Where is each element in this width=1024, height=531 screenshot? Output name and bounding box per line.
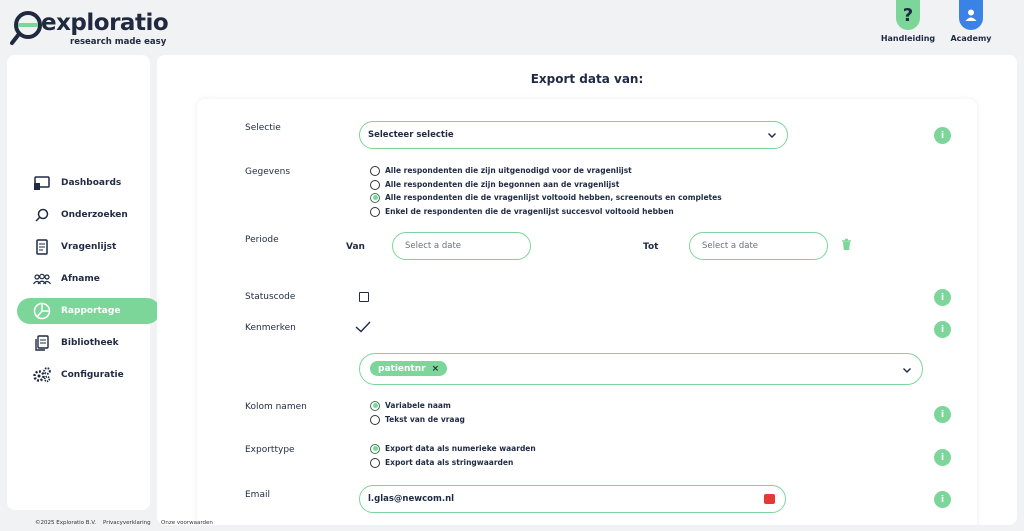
kolom-namen-label: Kolom namen xyxy=(245,402,307,412)
date-to-input[interactable] xyxy=(702,241,812,251)
user-icon xyxy=(959,0,983,30)
exporttype-label: Exporttype xyxy=(245,445,295,455)
gears-icon xyxy=(33,366,51,384)
sidebar-item-bibliotheek[interactable]: Bibliotheek xyxy=(17,330,160,356)
exporttype-option[interactable]: Export data als numerieke waarden xyxy=(370,442,536,455)
sidebar-item-configuratie[interactable]: Configuratie xyxy=(17,362,160,388)
date-from-field[interactable] xyxy=(392,232,531,260)
trash-icon[interactable] xyxy=(841,238,852,251)
pie-chart-icon xyxy=(33,302,51,320)
selectie-label: Selectie xyxy=(245,123,281,133)
help-label: Handleiding xyxy=(880,34,936,43)
help-button[interactable]: ? Handleiding xyxy=(878,0,938,43)
gegevens-option[interactable]: Alle respondenten die zijn uitgenodigd v… xyxy=(370,164,632,177)
checkmark-icon[interactable] xyxy=(355,321,371,333)
kolom-namen-option[interactable]: Tekst van de vraag xyxy=(370,413,465,426)
sidebar-item-dashboards[interactable]: Dashboards xyxy=(17,170,160,196)
gegevens-option[interactable]: Enkel de respondenten die de vragenlijst… xyxy=(370,205,674,218)
gegevens-option-label: Enkel de respondenten die de vragenlijst… xyxy=(385,207,674,216)
sidebar-item-label: Bibliotheek xyxy=(61,338,119,348)
statuscode-info-icon[interactable]: i xyxy=(934,289,951,306)
search-icon xyxy=(33,206,51,224)
academy-button[interactable]: Academy xyxy=(941,0,1001,43)
radio-button[interactable] xyxy=(370,414,380,425)
chevron-down-icon xyxy=(903,368,911,373)
radio-button[interactable] xyxy=(370,179,380,190)
main-panel: Export data van: Selectie Selecteer sele… xyxy=(157,55,1017,525)
chevron-down-icon xyxy=(768,133,776,138)
kenmerk-chip: patientnr × xyxy=(370,361,448,376)
sidebar-item-afname[interactable]: Afname xyxy=(17,266,160,292)
kolom-namen-option-label: Tekst van de vraag xyxy=(385,415,465,424)
sidebar-item-label: Onderzoeken xyxy=(61,210,128,220)
kolom-namen-option-label: Variabele naam xyxy=(385,401,451,410)
selectie-value: Selecteer selectie xyxy=(368,130,454,140)
document-icon xyxy=(33,238,51,256)
sidebar-item-label: Configuratie xyxy=(61,370,124,380)
exporttype-option-label: Export data als stringwaarden xyxy=(385,458,514,467)
gegevens-label: Gegevens xyxy=(245,167,291,177)
sidebar-item-rapportage[interactable]: Rapportage xyxy=(17,298,160,324)
radio-button[interactable] xyxy=(370,206,380,217)
sidebar-item-vragenlijst[interactable]: Vragenlijst xyxy=(17,234,160,260)
sidebar-item-onderzoeken[interactable]: Onderzoeken xyxy=(17,202,160,228)
kenmerken-info-icon[interactable]: i xyxy=(934,321,951,338)
kolom-namen-info-icon[interactable]: i xyxy=(934,406,951,423)
radio-button[interactable] xyxy=(370,457,380,468)
gegevens-option-label: Alle respondenten die zijn begonnen aan … xyxy=(385,180,620,189)
page-title: Export data van: xyxy=(530,72,644,86)
gegevens-option-label: Alle respondenten die de vragenlijst vol… xyxy=(385,193,722,202)
footer-terms-link[interactable]: Onze voorwaarden xyxy=(161,520,213,526)
chip-remove-icon[interactable]: × xyxy=(432,364,440,374)
gegevens-option-label: Alle respondenten die zijn uitgenodigd v… xyxy=(385,166,632,175)
exporttype-info-icon[interactable]: i xyxy=(934,449,951,466)
date-to-field[interactable] xyxy=(689,232,828,260)
email-info-icon[interactable]: i xyxy=(934,491,951,508)
kenmerk-chip-label: patientnr xyxy=(378,363,426,374)
radio-button-selected[interactable] xyxy=(370,443,380,454)
email-label: Email xyxy=(245,490,270,500)
gegevens-option[interactable]: Alle respondenten die zijn begonnen aan … xyxy=(370,178,619,191)
brand-name: exploratio xyxy=(41,10,169,36)
sidebar-item-label: Dashboards xyxy=(61,178,122,188)
kenmerken-multiselect[interactable]: patientnr × xyxy=(359,353,923,385)
sidebar-item-label: Afname xyxy=(61,274,100,284)
export-form: Selectie Selecteer selectie i Gegevens A… xyxy=(197,99,977,525)
people-icon xyxy=(33,270,51,288)
radio-button-selected[interactable] xyxy=(370,192,380,203)
sidebar: Dashboards Onderzoeken Vragenlijst Afnam… xyxy=(7,55,160,510)
kenmerken-label: Kenmerken xyxy=(245,323,296,333)
radio-button-selected[interactable] xyxy=(370,400,380,411)
logo[interactable]: exploratio research made easy xyxy=(10,8,169,47)
footer-privacy-link[interactable]: Privacyverklaring xyxy=(103,520,151,526)
selectie-info-icon[interactable]: i xyxy=(934,127,951,144)
email-value: l.glas@newcom.nl xyxy=(368,494,455,504)
statuscode-label: Statuscode xyxy=(245,292,296,302)
dashboard-icon xyxy=(33,174,51,192)
exporttype-option-label: Export data als numerieke waarden xyxy=(385,444,536,453)
library-icon xyxy=(33,334,51,352)
password-manager-icon[interactable] xyxy=(764,494,775,504)
sidebar-item-label: Vragenlijst xyxy=(61,242,117,252)
date-from-input[interactable] xyxy=(405,241,515,251)
radio-button[interactable] xyxy=(370,165,380,176)
exporttype-option[interactable]: Export data als stringwaarden xyxy=(370,456,513,469)
brand-tagline: research made easy xyxy=(70,37,167,47)
tot-label: Tot xyxy=(643,242,659,252)
sidebar-item-label: Rapportage xyxy=(61,306,121,316)
kolom-namen-option[interactable]: Variabele naam xyxy=(370,399,451,412)
selectie-select[interactable]: Selecteer selectie xyxy=(359,121,788,149)
van-label: Van xyxy=(346,242,365,252)
question-icon: ? xyxy=(896,0,920,30)
periode-label: Periode xyxy=(245,235,279,245)
academy-label: Academy xyxy=(950,34,992,43)
footer-copyright: ©2025 Exploratio B.V. xyxy=(35,520,97,526)
gegevens-option[interactable]: Alle respondenten die de vragenlijst vol… xyxy=(370,191,722,204)
statuscode-checkbox[interactable] xyxy=(359,292,369,302)
email-field[interactable]: l.glas@newcom.nl xyxy=(359,485,786,513)
